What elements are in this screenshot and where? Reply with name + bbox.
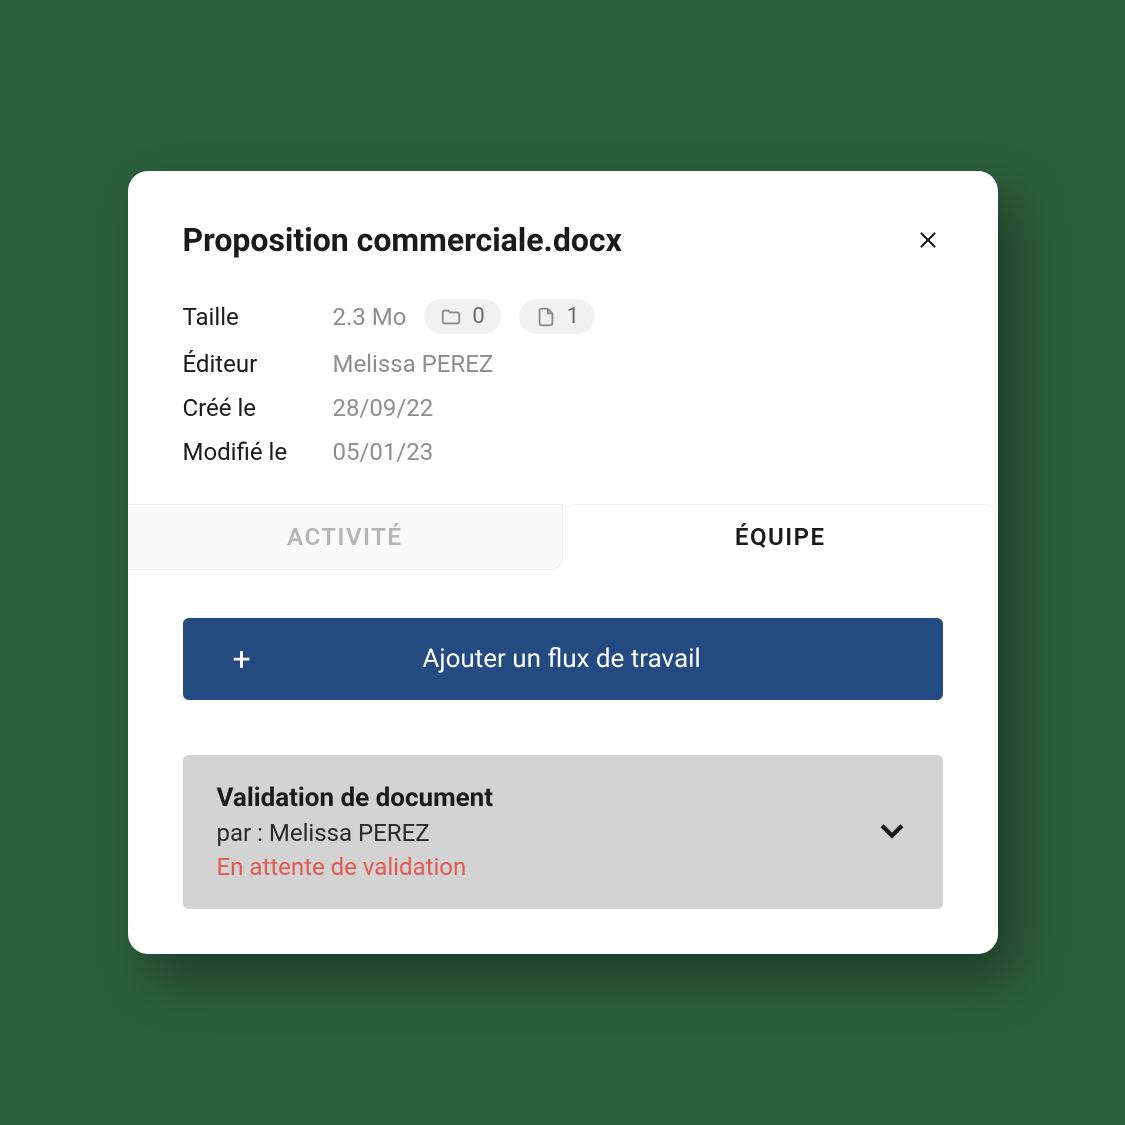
size-values: 2.3 Mo 0 1	[333, 299, 596, 334]
close-icon	[916, 228, 940, 252]
created-label: Créé le	[183, 394, 333, 422]
document-detail-panel: Proposition commerciale.docx Taille 2.3 …	[128, 171, 998, 954]
file-icon	[535, 306, 557, 328]
folder-count-pill: 0	[424, 299, 500, 334]
document-metadata: Taille 2.3 Mo 0 1 Édit	[183, 299, 943, 466]
folder-count: 0	[472, 304, 484, 329]
workflow-author: par : Melissa PEREZ	[217, 819, 494, 847]
tab-activity[interactable]: ACTIVITÉ	[128, 504, 564, 570]
size-label: Taille	[183, 303, 333, 331]
meta-row-modified: Modifié le 05/01/23	[183, 438, 943, 466]
workflow-by-prefix: par :	[217, 819, 269, 847]
document-title: Proposition commerciale.docx	[183, 221, 622, 259]
editor-value: Melissa PEREZ	[333, 350, 494, 378]
folder-icon	[440, 306, 462, 328]
workflow-content: Validation de document par : Melissa PER…	[217, 783, 494, 881]
add-workflow-button[interactable]: + Ajouter un flux de travail	[183, 618, 943, 700]
modified-label: Modifié le	[183, 438, 333, 466]
close-button[interactable]	[913, 225, 943, 255]
chevron-down-icon	[875, 813, 909, 847]
panel-header: Proposition commerciale.docx	[183, 221, 943, 259]
tabs: ACTIVITÉ ÉQUIPE	[128, 504, 998, 570]
add-workflow-label: Ajouter un flux de travail	[211, 644, 913, 674]
workflow-by-name: Melissa PEREZ	[269, 819, 430, 847]
workflow-card[interactable]: Validation de document par : Melissa PER…	[183, 755, 943, 909]
workflow-status: En attente de validation	[217, 853, 494, 881]
meta-row-size: Taille 2.3 Mo 0 1	[183, 299, 943, 334]
editor-label: Éditeur	[183, 350, 333, 378]
tab-team[interactable]: ÉQUIPE	[563, 504, 998, 571]
modified-value: 05/01/23	[333, 438, 434, 466]
created-value: 28/09/22	[333, 394, 434, 422]
file-count-pill: 1	[519, 299, 595, 334]
size-value: 2.3 Mo	[333, 303, 407, 331]
file-count: 1	[567, 304, 579, 329]
workflow-title: Validation de document	[217, 783, 494, 813]
expand-button[interactable]	[875, 813, 909, 851]
meta-row-created: Créé le 28/09/22	[183, 394, 943, 422]
meta-row-editor: Éditeur Melissa PEREZ	[183, 350, 943, 378]
